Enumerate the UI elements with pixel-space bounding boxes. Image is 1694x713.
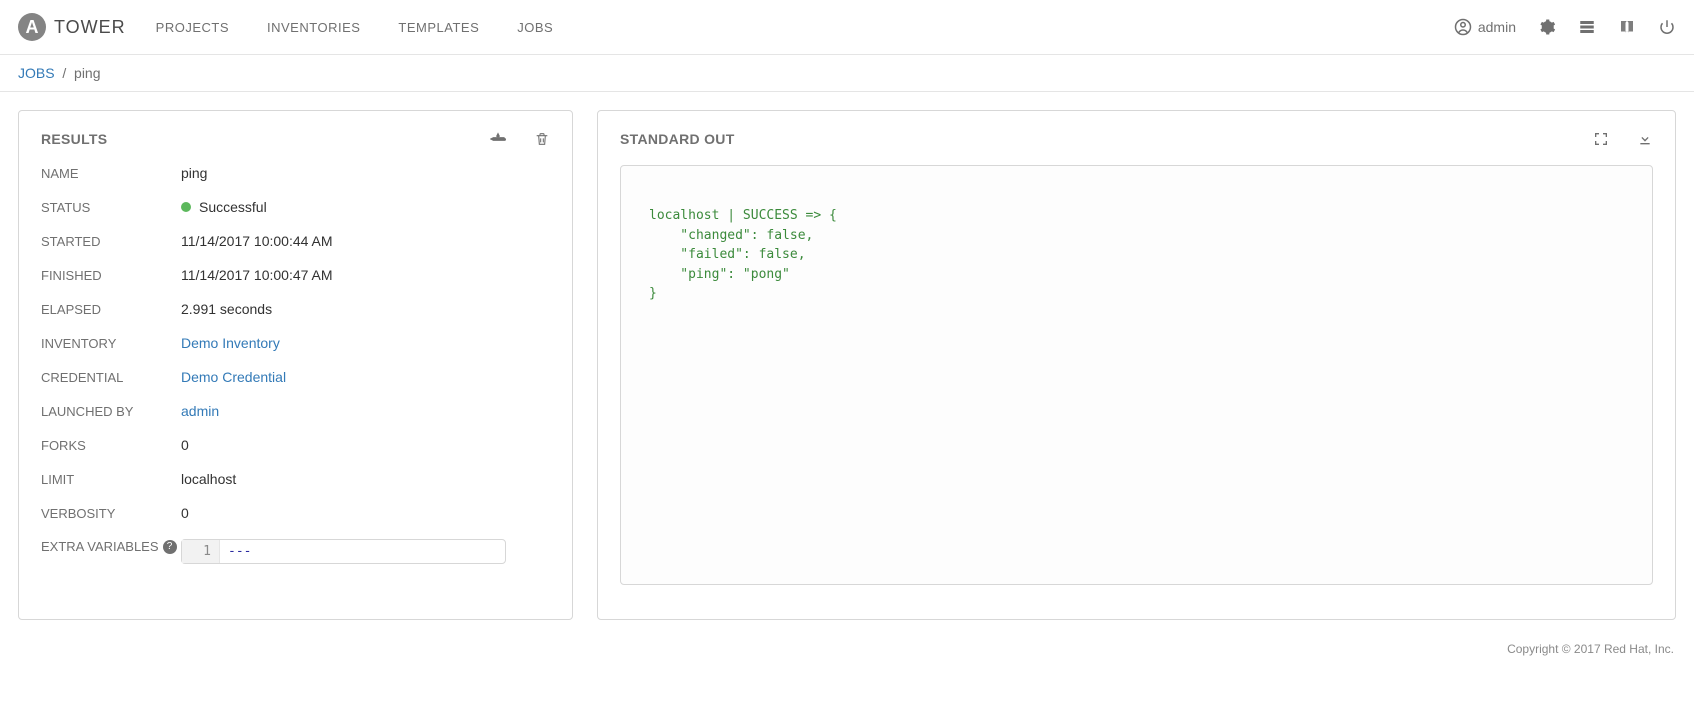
breadcrumb-sep: / <box>58 65 74 81</box>
nav-templates[interactable]: TEMPLATES <box>398 20 479 35</box>
row-finished: FINISHED 11/14/2017 10:00:47 AM <box>41 267 550 283</box>
gear-icon[interactable] <box>1538 18 1556 36</box>
row-status: STATUS Successful <box>41 199 550 215</box>
label-limit: LIMIT <box>41 472 181 487</box>
brand-badge: A <box>18 13 46 41</box>
value-inventory-link[interactable]: Demo Inventory <box>181 335 280 351</box>
results-title: RESULTS <box>41 131 107 147</box>
current-user-name: admin <box>1478 19 1516 35</box>
inventory-stack-icon[interactable] <box>1578 18 1596 36</box>
label-credential: CREDENTIAL <box>41 370 181 385</box>
value-finished: 11/14/2017 10:00:47 AM <box>181 267 333 283</box>
label-name: NAME <box>41 166 181 181</box>
download-icon[interactable] <box>1637 131 1653 147</box>
label-launched-by: LAUNCHED BY <box>41 404 181 419</box>
value-started: 11/14/2017 10:00:44 AM <box>181 233 333 249</box>
label-inventory: INVENTORY <box>41 336 181 351</box>
expand-icon[interactable] <box>1593 131 1609 147</box>
row-name: NAME ping <box>41 165 550 181</box>
breadcrumb: JOBS / ping <box>0 55 1694 92</box>
main-nav: PROJECTS INVENTORIES TEMPLATES JOBS <box>156 20 554 35</box>
brand-name: TOWER <box>54 17 126 38</box>
value-status: Successful <box>181 199 267 215</box>
value-forks: 0 <box>181 437 189 453</box>
breadcrumb-current: ping <box>74 65 100 81</box>
row-verbosity: VERBOSITY 0 <box>41 505 550 521</box>
trash-icon[interactable] <box>534 131 550 147</box>
row-limit: LIMIT localhost <box>41 471 550 487</box>
row-credential: CREDENTIAL Demo Credential <box>41 369 550 385</box>
extra-vars-code[interactable]: 1 --- <box>181 539 506 564</box>
value-elapsed: 2.991 seconds <box>181 301 272 317</box>
label-forks: FORKS <box>41 438 181 453</box>
main-area: RESULTS NAME ping STATUS Successful <box>0 92 1694 638</box>
nav-jobs[interactable]: JOBS <box>517 20 553 35</box>
value-name: ping <box>181 165 207 181</box>
value-credential-link[interactable]: Demo Credential <box>181 369 286 385</box>
label-extra-vars: EXTRA VARIABLES ? <box>41 539 181 554</box>
label-elapsed: ELAPSED <box>41 302 181 317</box>
breadcrumb-root[interactable]: JOBS <box>18 65 55 81</box>
label-started: STARTED <box>41 234 181 249</box>
user-icon <box>1454 18 1472 36</box>
stdout-output[interactable]: localhost | SUCCESS => { "changed": fals… <box>620 165 1653 585</box>
code-gutter: 1 <box>182 540 220 563</box>
nav-inventories[interactable]: INVENTORIES <box>267 20 360 35</box>
results-panel: RESULTS NAME ping STATUS Successful <box>18 110 573 620</box>
value-limit: localhost <box>181 471 236 487</box>
label-status: STATUS <box>41 200 181 215</box>
value-launched-by-link[interactable]: admin <box>181 403 219 419</box>
docs-icon[interactable] <box>1618 18 1636 36</box>
row-elapsed: ELAPSED 2.991 seconds <box>41 301 550 317</box>
row-extra-vars: EXTRA VARIABLES ? 1 --- <box>41 539 550 564</box>
stdout-panel: STANDARD OUT localhost | SUCCESS => { "c… <box>597 110 1676 620</box>
label-finished: FINISHED <box>41 268 181 283</box>
status-dot-icon <box>181 202 191 212</box>
top-bar: A TOWER PROJECTS INVENTORIES TEMPLATES J… <box>0 0 1694 55</box>
footer-copyright: Copyright © 2017 Red Hat, Inc. <box>0 638 1694 660</box>
power-icon[interactable] <box>1658 18 1676 36</box>
help-icon[interactable]: ? <box>163 540 177 554</box>
row-launched-by: LAUNCHED BY admin <box>41 403 550 419</box>
row-inventory: INVENTORY Demo Inventory <box>41 335 550 351</box>
brand-logo[interactable]: A TOWER <box>18 13 126 41</box>
user-menu-area: admin <box>1454 18 1676 36</box>
current-user[interactable]: admin <box>1454 18 1516 36</box>
nav-projects[interactable]: PROJECTS <box>156 20 229 35</box>
relaunch-icon[interactable] <box>490 131 506 147</box>
code-content: --- <box>220 540 259 563</box>
stdout-title: STANDARD OUT <box>620 131 735 147</box>
value-verbosity: 0 <box>181 505 189 521</box>
row-started: STARTED 11/14/2017 10:00:44 AM <box>41 233 550 249</box>
row-forks: FORKS 0 <box>41 437 550 453</box>
label-verbosity: VERBOSITY <box>41 506 181 521</box>
